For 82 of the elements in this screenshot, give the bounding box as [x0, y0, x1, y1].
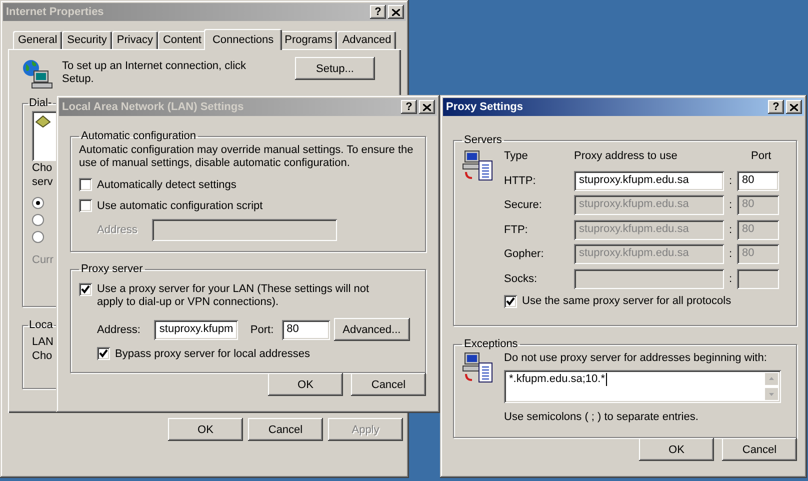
column-header: Proxy address to use	[574, 150, 678, 162]
protocol-label: Secure:	[504, 199, 543, 212]
radio-button[interactable]	[32, 214, 44, 226]
input-field[interactable]	[737, 268, 779, 289]
column-header: Type	[504, 150, 529, 162]
protocol-label: HTTP:	[504, 174, 537, 187]
current-text: Curr	[32, 253, 54, 267]
input-field[interactable]: stuproxy.kfupm	[154, 320, 238, 340]
separator-text: :	[728, 174, 734, 187]
input-field[interactable]: 80	[282, 320, 330, 340]
close-button[interactable]	[786, 100, 802, 114]
field-label: Address:	[97, 324, 140, 336]
close-icon	[423, 104, 431, 110]
radio-button[interactable]	[32, 231, 44, 243]
close-icon	[392, 8, 400, 16]
window-title: Internet Properties	[6, 6, 104, 18]
group-label: Loca	[28, 319, 54, 331]
input-field[interactable]: stuproxy.kfupm.edu.sa	[574, 170, 724, 191]
checkbox-label: Use a proxy server for your LAN (These settings will not apply to dial-up or VPN connections).	[97, 283, 370, 309]
dialog-button[interactable]: OK	[268, 373, 343, 396]
window-title: Proxy Settings	[446, 101, 524, 113]
help-button[interactable]: ?	[768, 100, 784, 114]
checkbox-label: Bypass proxy server for local addresses	[115, 348, 310, 360]
separator-text: :	[728, 248, 734, 260]
close-icon	[790, 104, 798, 110]
tab[interactable]: Advanced	[337, 31, 396, 49]
close-button[interactable]	[419, 100, 435, 114]
lan-text: Cho	[32, 349, 52, 363]
column-header: Port	[750, 150, 772, 162]
checkbox[interactable]	[79, 283, 92, 296]
dialog-button[interactable]: OK	[639, 438, 714, 461]
dialog-button[interactable]: Cancel	[248, 418, 323, 441]
computer-document-icon	[462, 352, 494, 384]
checkbox[interactable]	[79, 199, 92, 212]
input-field[interactable]: 80	[737, 170, 779, 191]
separator-text: :	[728, 272, 734, 285]
tab[interactable]: Programs	[280, 31, 338, 49]
globe-computer-icon	[22, 59, 54, 89]
checkbox[interactable]	[504, 294, 517, 308]
group-label: Exceptions	[463, 338, 519, 350]
dialog-button[interactable]: OK	[168, 418, 243, 441]
checkbox[interactable]	[97, 347, 110, 360]
tab[interactable]: Security	[62, 31, 112, 49]
field-label: Address	[97, 224, 138, 236]
setup-button[interactable]: Setup...	[295, 57, 375, 80]
radio-button[interactable]	[32, 197, 44, 209]
protocol-label: FTP:	[504, 224, 529, 236]
hint-text: Use semicolons ( ; ) to separate entries.	[504, 411, 700, 423]
group-label: Proxy server	[80, 263, 144, 275]
exceptions-label: Do not use proxy server for addresses beginning with:	[504, 352, 768, 364]
window-title: Local Area Network (LAN) Settings	[62, 101, 244, 113]
dial-text: Cho	[32, 161, 52, 175]
description-text: Automatic configuration may override manual settings. To ensure the use of manual settings, disable automatic configuration.	[79, 144, 414, 170]
checkbox-label: Use automatic configuration script	[97, 200, 263, 212]
checkbox-label: Use the same proxy server for all protocols	[522, 295, 732, 308]
field-label: Port:	[250, 324, 274, 336]
checkbox-label: Automatically detect settings	[97, 178, 236, 190]
scroll-up-icon[interactable]	[764, 372, 779, 386]
lan-text: LAN	[32, 335, 54, 349]
help-button[interactable]: ?	[370, 5, 386, 19]
dial-text: serv	[32, 175, 53, 189]
setup-text: To set up an Internet connection, click Setup.	[62, 60, 248, 86]
tab[interactable]: Privacy	[112, 31, 158, 49]
dialog-button[interactable]: Cancel	[722, 438, 797, 461]
tab[interactable]: Connections	[204, 29, 282, 50]
separator-text: :	[728, 224, 734, 236]
protocol-label: Gopher:	[504, 248, 545, 260]
close-button[interactable]	[388, 5, 404, 19]
tab[interactable]: General	[13, 31, 62, 49]
dialog-button[interactable]: Cancel	[351, 373, 426, 396]
checkbox[interactable]	[79, 178, 92, 191]
help-button[interactable]: ?	[401, 100, 417, 114]
separator-text: :	[728, 199, 734, 212]
advanced-button[interactable]: Advanced...	[334, 318, 410, 341]
tab[interactable]: Content	[158, 31, 206, 49]
group-label: Automatic configuration	[80, 130, 197, 142]
group-label: Dial-	[28, 97, 53, 109]
protocol-label: Socks:	[504, 272, 538, 285]
computer-document-icon	[462, 150, 494, 182]
group-label: Servers	[463, 134, 503, 146]
input-field[interactable]: *.kfupm.edu.sa;10.*	[504, 370, 781, 403]
scroll-down-icon[interactable]	[764, 387, 779, 401]
